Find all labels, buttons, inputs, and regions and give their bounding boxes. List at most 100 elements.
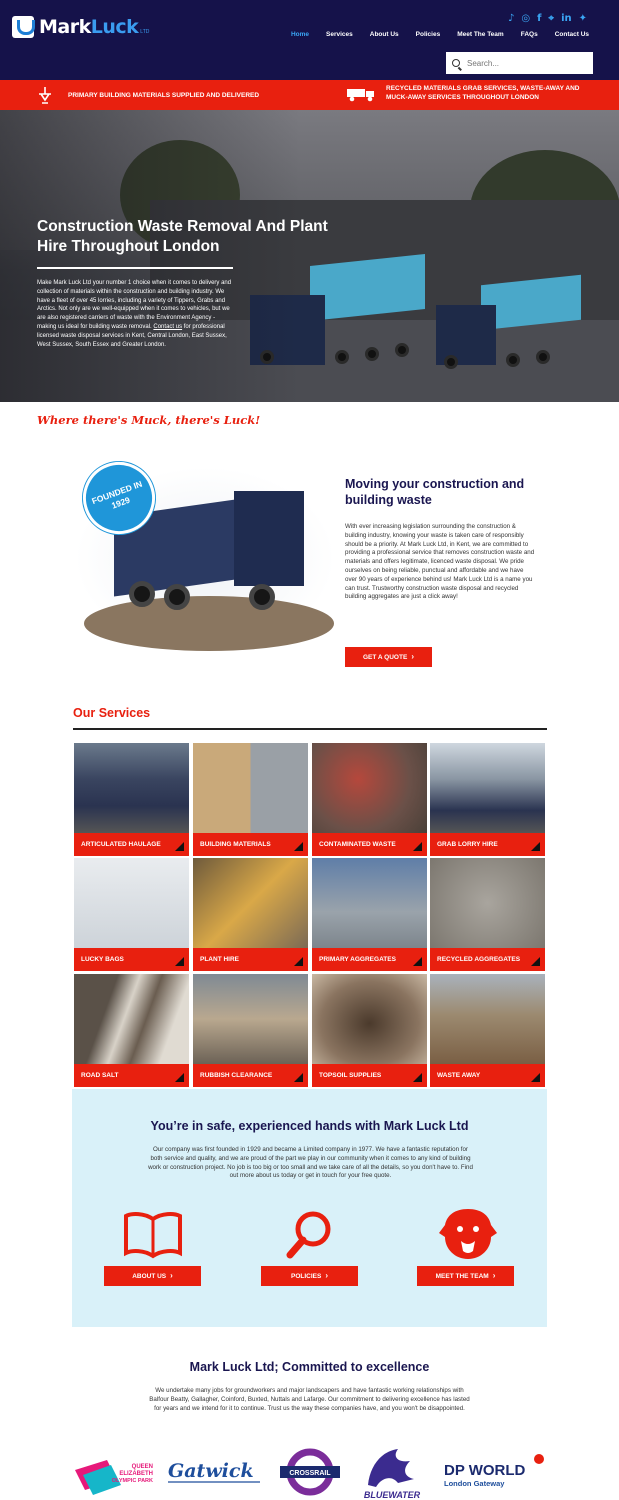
- service-lucky-bags[interactable]: LUCKY BAGS: [74, 858, 189, 971]
- service-grab-lorry-hire[interactable]: GRAB LORRY HIRE: [430, 743, 545, 856]
- info-bar-left-text: PRIMARY BUILDING MATERIALS SUPPLIED AND …: [68, 91, 260, 99]
- service-recycled-aggregates[interactable]: RECYCLED AGGREGATES: [430, 858, 545, 971]
- corner-arrow-icon: [294, 957, 303, 966]
- logo-text: MarkLuck: [39, 16, 139, 38]
- committed-heading: Mark Luck Ltd; Committed to excellence: [189, 1360, 430, 1374]
- service-articulated-haulage[interactable]: ARTICULATED HAULAGE: [74, 743, 189, 856]
- corner-arrow-icon: [531, 842, 540, 851]
- meet-the-team-button[interactable]: MEET THE TEAM ›: [417, 1266, 514, 1286]
- nav-meet-the-team[interactable]: Meet The Team: [457, 31, 503, 38]
- nav-faqs[interactable]: FAQs: [521, 31, 538, 38]
- nav-policies[interactable]: Policies: [416, 31, 441, 38]
- hero-title: Construction Waste Removal And Plant Hir…: [37, 218, 328, 255]
- service-image: [74, 858, 189, 948]
- policies-button[interactable]: POLICIES ›: [261, 1266, 358, 1286]
- hero-text: Make Mark Luck Ltd your number 1 choice …: [37, 280, 232, 348]
- service-road-salt[interactable]: ROAD SALT: [74, 974, 189, 1087]
- tagline: Where there's Muck, there's Luck!: [37, 413, 261, 427]
- horseshoe-logo-icon: [12, 16, 35, 38]
- service-image: [312, 858, 427, 948]
- nav-contact-us[interactable]: Contact Us: [555, 31, 589, 38]
- corner-arrow-icon: [294, 1073, 303, 1082]
- linkedin-icon[interactable]: in: [561, 13, 572, 24]
- search-input[interactable]: [467, 58, 577, 68]
- book-icon: [124, 1212, 182, 1259]
- services-title: Our Services: [73, 706, 151, 720]
- service-rubbish-clearance[interactable]: RUBBISH CLEARANCE: [193, 974, 308, 1087]
- intro-heading: Moving your construction and building wa…: [345, 477, 525, 507]
- corner-arrow-icon: [175, 842, 184, 851]
- info-bar: PRIMARY BUILDING MATERIALS SUPPLIED AND …: [0, 80, 619, 110]
- corner-arrow-icon: [294, 842, 303, 851]
- tiktok-icon[interactable]: ♪: [508, 13, 514, 24]
- svg-text:Gatwick: Gatwick: [168, 1460, 254, 1482]
- logo-ltd: LTD: [140, 29, 150, 35]
- bluewater-logo: BLUEWATER: [364, 1449, 421, 1500]
- hero-divider: [37, 267, 233, 269]
- facebook-icon[interactable]: f: [537, 13, 541, 24]
- info-bar-right-text: RECYCLED MATERIALS GRAB SERVICES, WASTE-…: [386, 85, 580, 101]
- chevron-right-icon: ›: [170, 1271, 173, 1280]
- corner-arrow-icon: [413, 957, 422, 966]
- committed-text: We undertake many jobs for groundworkers…: [149, 1387, 470, 1412]
- svg-text:DP WORLD: DP WORLD: [444, 1462, 526, 1479]
- safe-hands-panel: You’re in safe, experienced hands with M…: [72, 1089, 547, 1327]
- gatwick-logo: Gatwick: [168, 1460, 260, 1483]
- chevron-right-icon: ›: [492, 1271, 496, 1280]
- corner-arrow-icon: [413, 1073, 422, 1082]
- safe-hands-text: Our company was first founded in 1929 an…: [148, 1146, 473, 1180]
- contact-us-link[interactable]: Contact us: [153, 324, 182, 330]
- hero-banner: Construction Waste Removal And Plant Hir…: [0, 110, 619, 402]
- olympic-park-logo: QUEEN ELIZABETH OLYMPIC PARK: [75, 1460, 153, 1495]
- nav-home[interactable]: Home: [291, 31, 309, 38]
- service-image: [193, 743, 308, 833]
- service-image: [430, 858, 545, 948]
- service-image: [193, 858, 308, 948]
- service-image: [74, 974, 189, 1064]
- search-box: [446, 52, 593, 74]
- svg-text:CROSSRAIL: CROSSRAIL: [289, 1470, 331, 1477]
- service-image: [430, 974, 545, 1064]
- svg-text:ELIZABETH: ELIZABETH: [119, 1471, 153, 1477]
- nav-services[interactable]: Services: [326, 31, 353, 38]
- service-image: [312, 974, 427, 1064]
- service-waste-away[interactable]: WASTE AWAY: [430, 974, 545, 1087]
- twitter-icon[interactable]: ✦: [579, 13, 587, 24]
- svg-text:BLUEWATER: BLUEWATER: [364, 1490, 421, 1500]
- corner-arrow-icon: [175, 957, 184, 966]
- logo[interactable]: MarkLuck LTD: [12, 16, 149, 38]
- truck-icon: [347, 88, 374, 101]
- site-header: MarkLuck LTD ♪ ◎ f ⌖ in ✦ Home Services …: [0, 0, 619, 80]
- about-us-button[interactable]: ABOUT US ›: [104, 1266, 201, 1286]
- corner-arrow-icon: [175, 1073, 184, 1082]
- corner-arrow-icon: [531, 1073, 540, 1082]
- dog-mascot-icon: [439, 1209, 497, 1259]
- svg-text:OLYMPIC PARK: OLYMPIC PARK: [112, 1478, 153, 1484]
- service-contaminated-waste[interactable]: CONTAMINATED WASTE: [312, 743, 427, 856]
- info-bar-right: RECYCLED MATERIALS GRAB SERVICES, WASTE-…: [346, 85, 586, 102]
- service-topsoil-supplies[interactable]: TOPSOIL SUPPLIES: [312, 974, 427, 1087]
- info-bar-left: PRIMARY BUILDING MATERIALS SUPPLIED AND …: [36, 86, 259, 104]
- nav-about-us[interactable]: About Us: [370, 31, 399, 38]
- intro-text: With ever increasing legislation surroun…: [345, 523, 535, 601]
- magnifier-icon: [286, 1211, 331, 1259]
- search-icon: [452, 59, 460, 67]
- service-primary-aggregates[interactable]: PRIMARY AGGREGATES: [312, 858, 427, 971]
- location-icon[interactable]: ⌖: [548, 13, 554, 24]
- chevron-right-icon: ›: [411, 652, 414, 661]
- service-plant-hire[interactable]: PLANT HIRE: [193, 858, 308, 971]
- service-building-materials[interactable]: BUILDING MATERIALS: [193, 743, 308, 856]
- get-a-quote-button[interactable]: GET A QUOTE ›: [345, 647, 432, 667]
- hero-truck-image-2: [436, 274, 586, 375]
- service-image: [193, 974, 308, 1064]
- crossrail-logo: CROSSRAIL: [280, 1448, 340, 1496]
- svg-text:London Gateway: London Gateway: [444, 1479, 505, 1488]
- service-image: [312, 743, 427, 833]
- instagram-icon[interactable]: ◎: [521, 13, 530, 24]
- service-image: [430, 743, 545, 833]
- corner-arrow-icon: [531, 957, 540, 966]
- corner-arrow-icon: [413, 842, 422, 851]
- svg-text:QUEEN: QUEEN: [132, 1464, 153, 1470]
- dp-world-logo: DP WORLD London Gateway: [444, 1454, 544, 1488]
- services-divider: [73, 728, 547, 730]
